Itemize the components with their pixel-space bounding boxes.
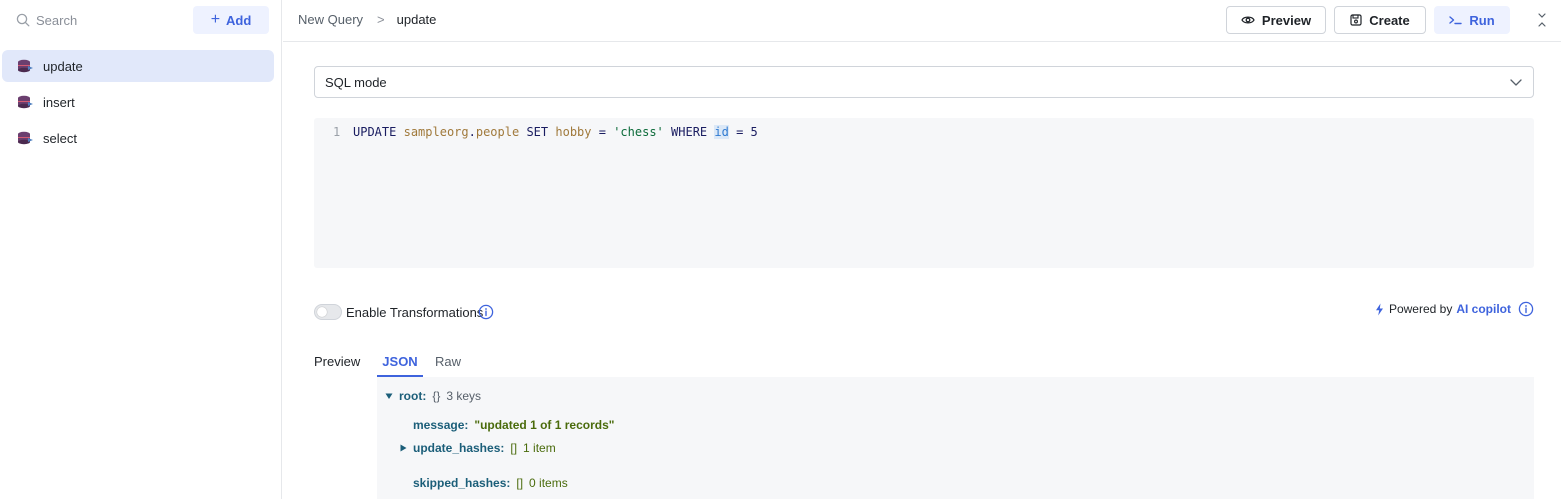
- mode-select[interactable]: SQL mode: [314, 66, 1534, 98]
- run-button[interactable]: Run: [1434, 6, 1510, 34]
- sql-identifier: sampleorg: [403, 125, 469, 139]
- json-key: message:: [413, 418, 469, 432]
- sql-keyword: UPDATE: [353, 125, 397, 139]
- sql-keyword: SET: [526, 125, 549, 139]
- transformations-label: Enable Transformations: [346, 305, 484, 320]
- json-update-hashes-row[interactable]: update_hashes: [] 1 item: [400, 441, 556, 455]
- sql-identifier: people: [475, 125, 520, 139]
- sql-operator: =: [598, 125, 606, 139]
- terminal-icon: [1449, 16, 1463, 25]
- sql-string: 'chess': [613, 125, 664, 139]
- tab-json[interactable]: JSON: [377, 354, 423, 377]
- sql-number: 5: [750, 125, 758, 139]
- chevron-down-icon: [1510, 79, 1522, 86]
- json-key: update_hashes:: [413, 441, 505, 455]
- preview-section-label: Preview: [314, 354, 361, 369]
- search-input[interactable]: [36, 10, 186, 30]
- search-row: + Add: [0, 0, 282, 40]
- query-header: New Query > update Preview Create Run: [283, 0, 1561, 42]
- sql-editor[interactable]: 1 UPDATE sampleorg.people SET hobby = 'c…: [314, 118, 1534, 268]
- create-button-label: Create: [1369, 12, 1410, 28]
- add-query-button[interactable]: + Add: [193, 6, 269, 34]
- breadcrumb-root[interactable]: New Query: [298, 12, 363, 27]
- database-icon: [18, 59, 33, 73]
- copilot-prefix: Powered by: [1388, 302, 1453, 316]
- json-type: []: [510, 441, 518, 455]
- tab-raw[interactable]: Raw: [435, 354, 461, 369]
- copilot-credit: Powered by AI copilot: [1375, 301, 1534, 317]
- code-line: UPDATE sampleorg.people SET hobby = 'che…: [353, 125, 758, 139]
- info-icon[interactable]: [1518, 301, 1534, 317]
- json-string-value: "updated 1 of 1 records": [474, 418, 615, 432]
- query-item-label: update: [43, 58, 83, 74]
- json-meta: 0 items: [529, 476, 568, 490]
- json-root-row[interactable]: root: {} 3 keys: [385, 389, 481, 403]
- query-item-insert[interactable]: insert: [2, 86, 274, 118]
- mode-select-value: SQL mode: [325, 74, 387, 90]
- json-meta: 1 item: [523, 441, 556, 455]
- preview-button[interactable]: Preview: [1226, 6, 1326, 34]
- json-preview-panel: root: {} 3 keys message: "updated 1 of 1…: [377, 377, 1534, 499]
- info-icon[interactable]: [478, 304, 494, 320]
- json-meta: 3 keys: [446, 389, 482, 403]
- caret-right-icon[interactable]: [400, 444, 407, 452]
- database-icon: [18, 131, 33, 145]
- line-number: 1: [333, 125, 341, 139]
- ai-copilot-link[interactable]: AI copilot: [1456, 302, 1511, 316]
- json-message-row: message: "updated 1 of 1 records": [413, 418, 614, 432]
- breadcrumb-separator: >: [377, 12, 385, 27]
- json-key: root:: [399, 389, 427, 403]
- sql-keyword: WHERE: [671, 125, 708, 139]
- collapse-icon[interactable]: [1537, 12, 1547, 28]
- sql-identifier: hobby: [555, 125, 592, 139]
- search-icon: [16, 13, 30, 27]
- json-type: {}: [432, 389, 441, 403]
- query-list: update insert select: [0, 48, 282, 158]
- create-button[interactable]: Create: [1334, 6, 1426, 34]
- transformations-toggle[interactable]: [314, 304, 342, 320]
- toggle-knob: [317, 307, 327, 317]
- json-type: []: [516, 476, 524, 490]
- query-item-label: insert: [43, 94, 75, 110]
- query-item-label: select: [43, 130, 77, 146]
- json-key: skipped_hashes:: [413, 476, 511, 490]
- sidebar: + Add update insert: [0, 0, 282, 499]
- run-button-label: Run: [1469, 12, 1495, 28]
- preview-button-label: Preview: [1261, 12, 1312, 28]
- sql-operator: =: [736, 125, 744, 139]
- plus-icon: +: [210, 10, 221, 28]
- save-icon: [1350, 14, 1362, 26]
- database-icon: [18, 95, 33, 109]
- sql-identifier-highlighted: id: [714, 125, 729, 139]
- lightning-icon: [1375, 303, 1383, 315]
- query-item-update[interactable]: update: [2, 50, 274, 82]
- eye-icon: [1241, 16, 1255, 24]
- sql-operator: .: [468, 125, 476, 139]
- caret-down-icon[interactable]: [385, 392, 393, 400]
- add-button-label: Add: [226, 12, 252, 28]
- json-skipped-hashes-row: skipped_hashes: [] 0 items: [413, 476, 568, 490]
- breadcrumb-current[interactable]: update: [397, 12, 437, 27]
- breadcrumb: New Query > update: [298, 12, 436, 27]
- query-item-select[interactable]: select: [2, 122, 274, 154]
